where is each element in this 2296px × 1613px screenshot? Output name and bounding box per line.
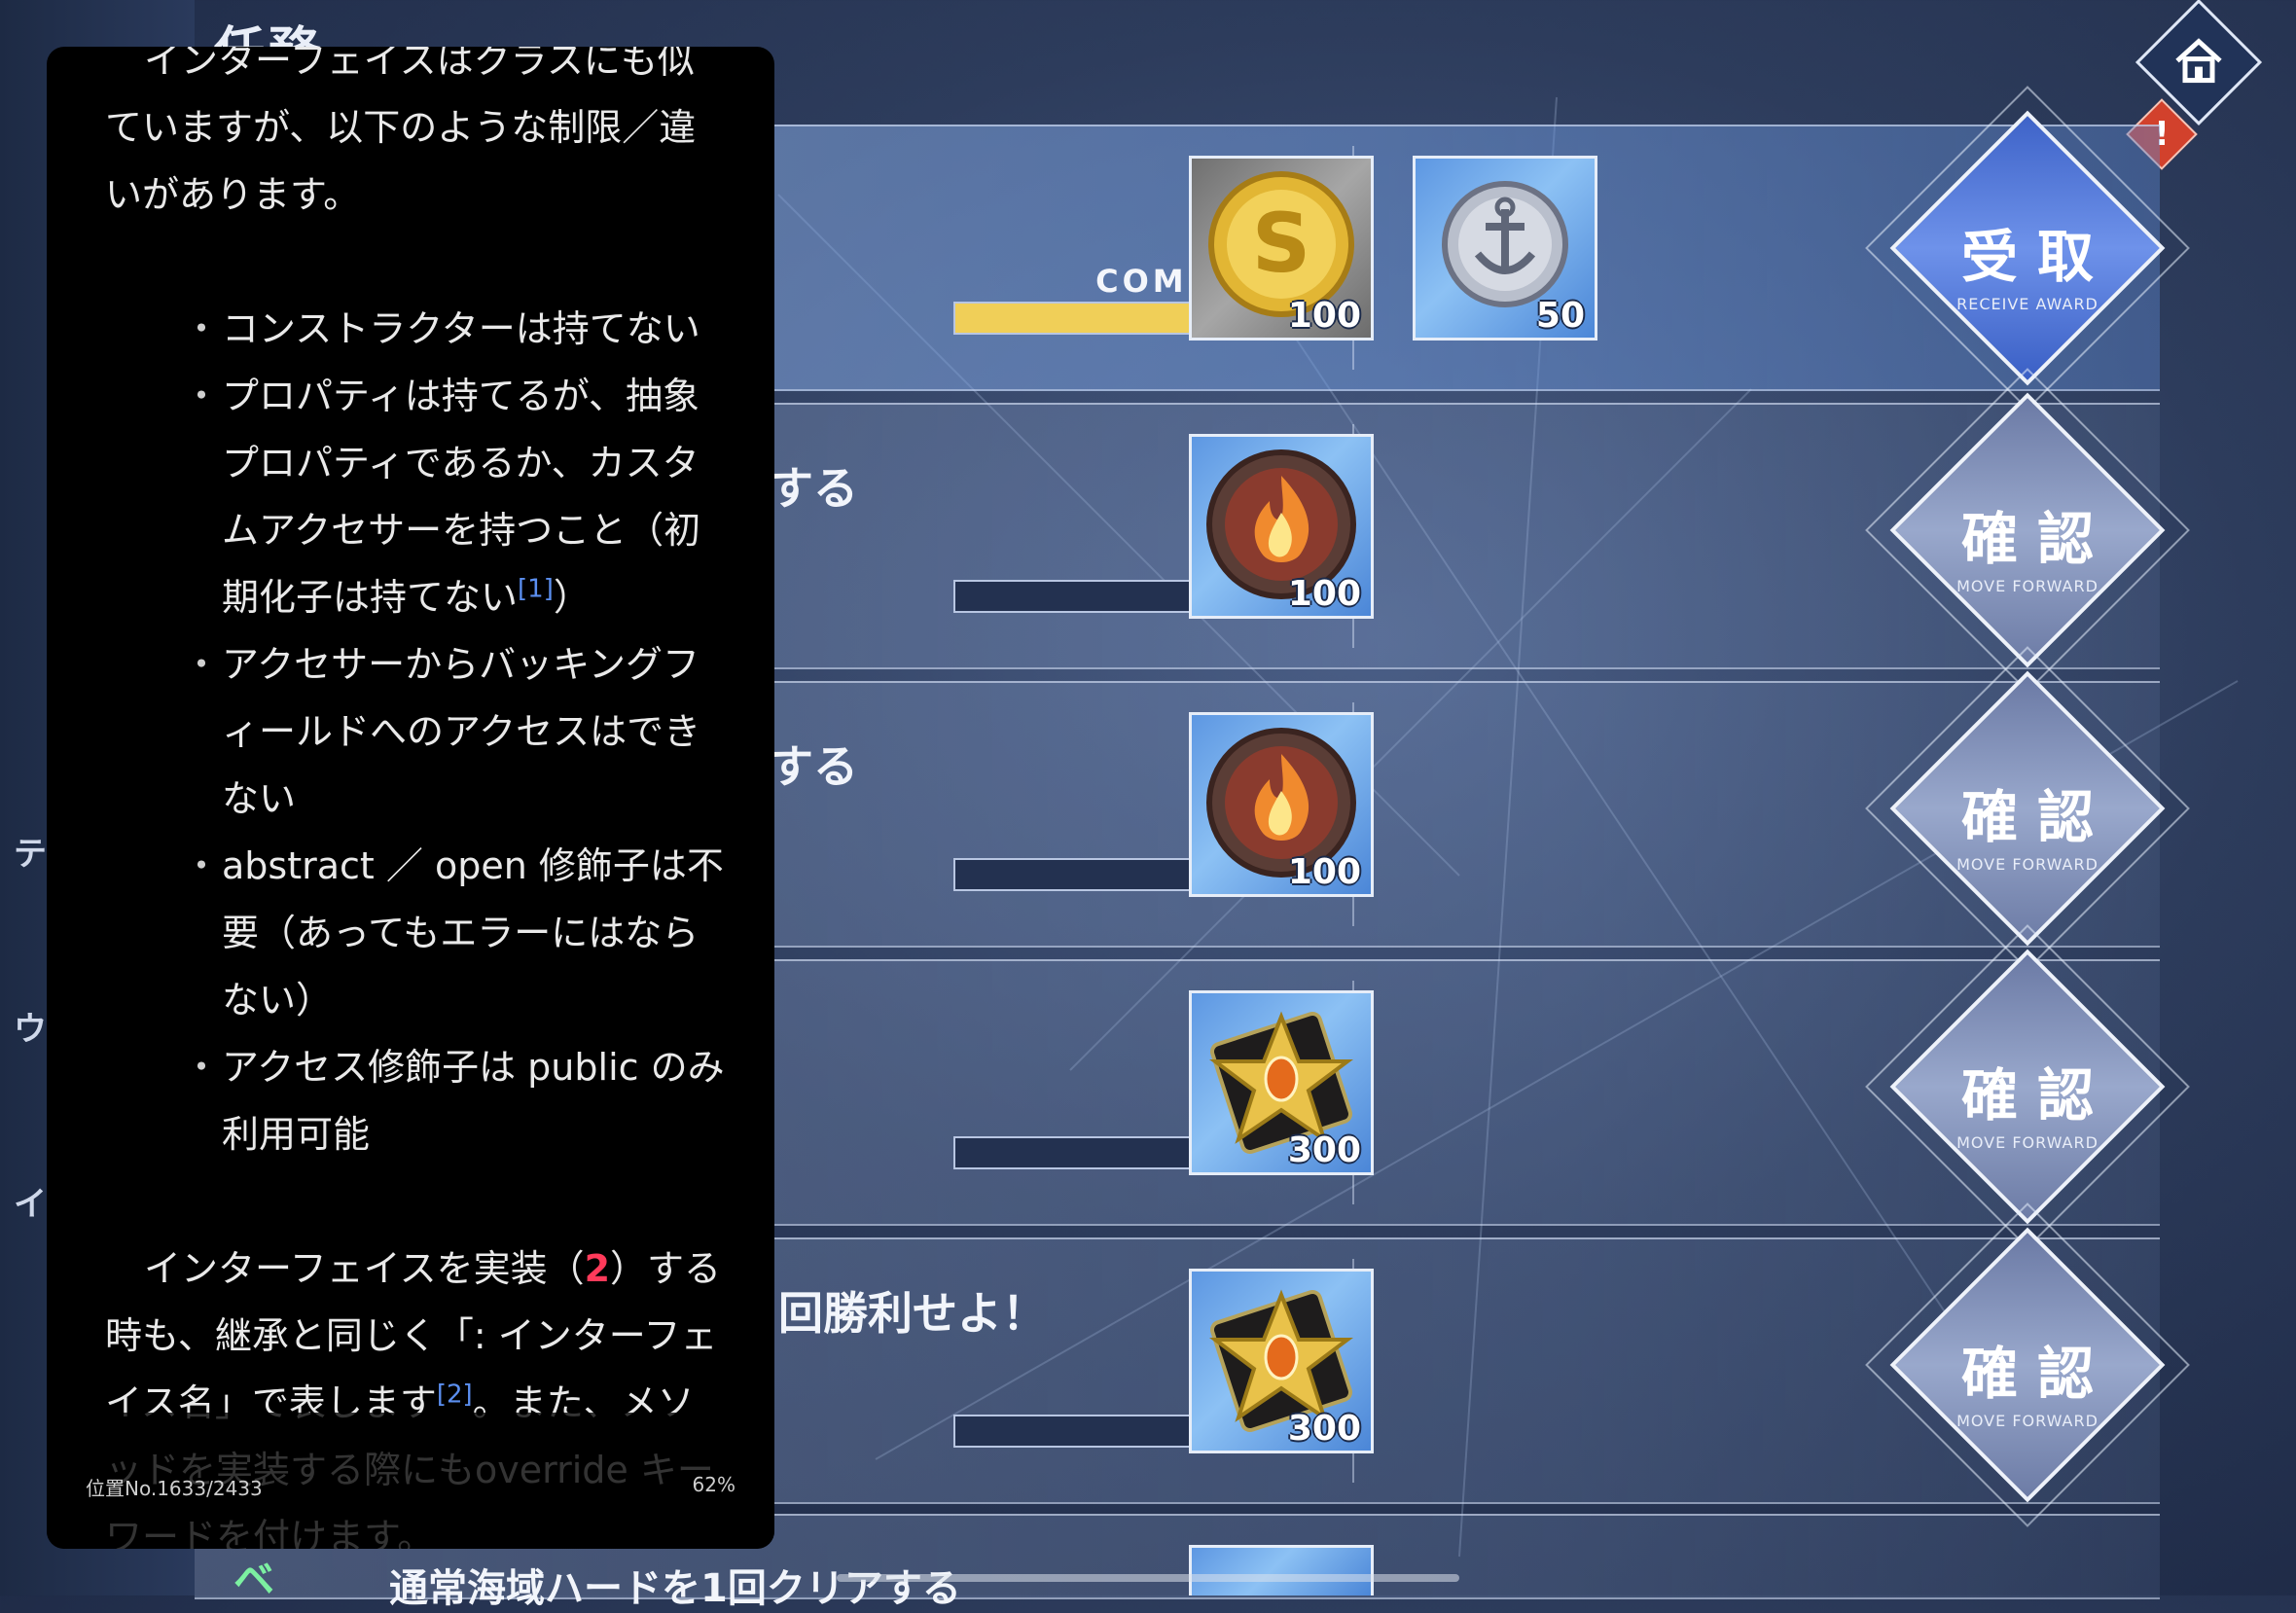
sidebar-glyph[interactable]: テ [14, 827, 47, 875]
ebook-reader-panel[interactable]: インターフェイスはクラスにも似ていますが、以下のような制限／違いがあります。 コ… [47, 47, 774, 1549]
list-item: アクセサーからバッキングフィールドへのアクセスはできない [183, 631, 728, 833]
reward-quantity: 300 [1287, 1409, 1361, 1449]
mission-title: する [769, 462, 858, 515]
sidebar-glyph[interactable]: イ [14, 1177, 47, 1225]
button-sublabel: MOVE FORWARD [1956, 1412, 2099, 1430]
reward-quantity: 50 [1535, 296, 1585, 336]
reward-item[interactable]: S 100 [1189, 156, 1374, 341]
reward-item[interactable]: 100 [1189, 434, 1374, 619]
list-item: アクセス修飾子は public のみ利用可能 [183, 1034, 728, 1168]
button-label: 確認 [1960, 784, 2113, 850]
list-item: abstract ／ open 修飾子は不要（あってもエラーにはならない） [183, 833, 728, 1034]
bullet-list: コンストラクターは持てない プロパティは持てるが、抽象プロパティであるか、カスタ… [105, 296, 728, 1168]
button-sublabel: MOVE FORWARD [1956, 1133, 2099, 1152]
button-sublabel: MOVE FORWARD [1956, 577, 2099, 595]
button-label: 確認 [1960, 1062, 2113, 1129]
mission-title: 通常海域ハードを1回クリアする [389, 1566, 961, 1611]
reward-quantity: 100 [1287, 574, 1361, 614]
home-indicator[interactable] [837, 1574, 1459, 1582]
sidebar-glyph[interactable]: ウ [14, 1002, 47, 1050]
reader-text: インターフェイスはクラスにも似ていますが、以下のような制限／違いがあります。 コ… [105, 47, 728, 1549]
button-sublabel: RECEIVE AWARD [1956, 295, 2099, 313]
button-sublabel: MOVE FORWARD [1956, 855, 2099, 874]
button-label: 確認 [1960, 506, 2113, 572]
reward-item[interactable]: 50 [1413, 156, 1597, 341]
annotation-number: 2 [584, 1247, 611, 1290]
footnote-link[interactable]: [1] [518, 574, 554, 603]
mission-title: 回勝利せよ！ [778, 1287, 1047, 1340]
category-tab[interactable]: ベ [233, 1547, 274, 1606]
svg-text:S: S [1252, 196, 1311, 291]
reward-quantity: 100 [1287, 296, 1361, 336]
button-label: 確認 [1960, 1341, 2113, 1407]
home-icon [2175, 38, 2222, 84]
mission-title: する [769, 740, 858, 793]
button-label: 受取 [1960, 224, 2113, 290]
reward-item[interactable]: 300 [1189, 1269, 1374, 1453]
list-item: プロパティは持てるが、抽象プロパティであるか、カスタムアクセサーを持つこと（初期… [183, 363, 728, 631]
progress-percent: 62% [692, 1473, 735, 1496]
reward-quantity: 100 [1287, 852, 1361, 892]
list-item: コンストラクターは持てない [183, 296, 728, 363]
reward-item[interactable] [1189, 1545, 1374, 1595]
paragraph: インターフェイスはクラスにも似ていますが、以下のような制限／違いがあります。 [105, 47, 697, 216]
footnote-link[interactable]: [2] [437, 1380, 473, 1409]
reward-item[interactable]: 100 [1189, 712, 1374, 897]
location-indicator: 位置No.1633/2433 [86, 1477, 263, 1500]
reward-item[interactable]: 300 [1189, 990, 1374, 1175]
reward-quantity: 300 [1287, 1130, 1361, 1170]
